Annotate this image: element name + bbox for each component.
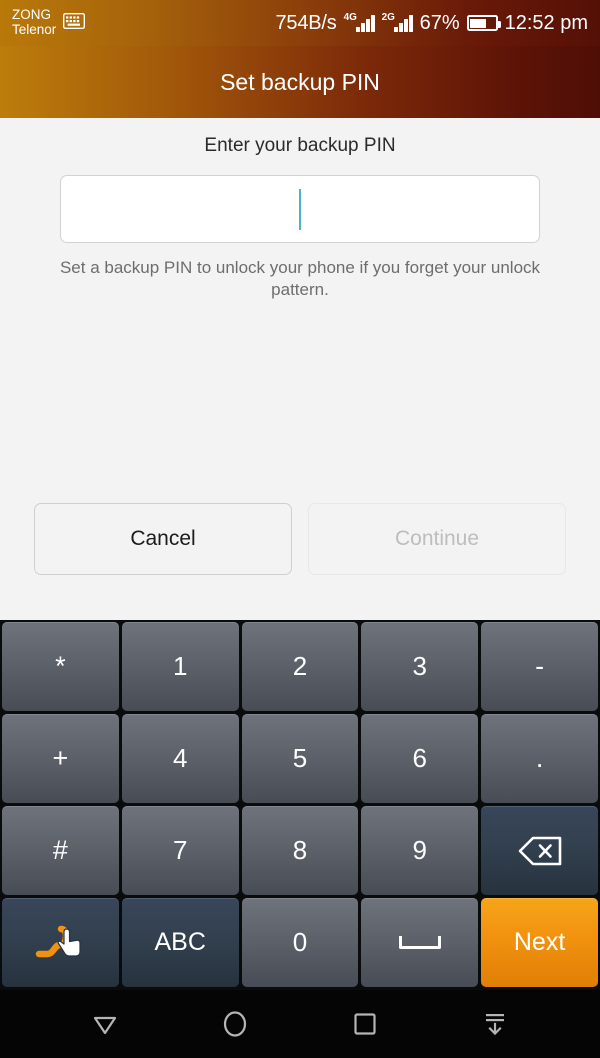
keyboard-icon	[63, 12, 86, 34]
nav-home-button[interactable]	[206, 995, 264, 1053]
key-next[interactable]: Next	[481, 898, 598, 987]
key-asterisk[interactable]: *	[2, 622, 119, 711]
carrier-labels: ZONG Telenor	[12, 8, 56, 37]
pin-field-label: Enter your backup PIN	[204, 135, 396, 156]
key-5[interactable]: 5	[241, 714, 359, 803]
key-9[interactable]: 9	[361, 806, 479, 895]
key-swipe-input[interactable]	[2, 898, 119, 987]
key-7[interactable]: 7	[121, 806, 239, 895]
key-4[interactable]: 4	[121, 714, 239, 803]
navigation-bar	[0, 990, 600, 1058]
numeric-keyboard: * 1 2 3 - +4 5 6. #7 8 9 ABC 0 Next	[0, 620, 600, 990]
key-label: 2	[292, 651, 308, 681]
key-label: .	[535, 743, 544, 773]
keyboard-row: #7 8 9	[0, 806, 600, 895]
key-label: 5	[292, 743, 308, 773]
key-label: 7	[172, 835, 188, 865]
pin-hint-text: Set a backup PIN to unlock your phone if…	[59, 258, 541, 300]
key-label: #	[52, 835, 68, 865]
main-content: Enter your backup PIN Set a backup PIN t…	[0, 118, 600, 620]
swipe-gesture-icon	[36, 925, 81, 957]
status-bar: ZONG Telenor 754B/s 4G 2G 67% 12:52 pm	[0, 0, 600, 46]
nav-hide-keyboard-button[interactable]	[466, 995, 524, 1053]
keyboard-row: * 1 2 3 -	[0, 622, 600, 711]
key-label: ABC	[154, 928, 206, 956]
keyboard-row: ABC 0 Next	[0, 898, 600, 987]
nav-recents-button[interactable]	[336, 995, 394, 1053]
key-8[interactable]: 8	[241, 806, 359, 895]
key-plus[interactable]: +	[2, 714, 119, 803]
carrier-1-label: ZONG	[12, 7, 51, 23]
status-bar-right: 754B/s 4G 2G 67% 12:52 pm	[276, 12, 589, 35]
backspace-icon	[518, 836, 561, 865]
keyboard-row: +4 5 6.	[0, 714, 600, 803]
carrier-2-label: Telenor	[12, 22, 57, 37]
key-2[interactable]: 2	[241, 622, 359, 711]
key-label: -	[535, 651, 545, 681]
key-label: 1	[172, 651, 188, 681]
key-backspace[interactable]	[481, 806, 598, 895]
key-label: 8	[292, 835, 308, 865]
nav-back-button[interactable]	[76, 995, 134, 1053]
key-label: Next	[513, 928, 566, 956]
key-1[interactable]: 1	[121, 622, 239, 711]
key-abc[interactable]: ABC	[121, 898, 239, 987]
key-label: 9	[412, 835, 428, 865]
key-space[interactable]	[361, 898, 479, 987]
key-label: 6	[412, 743, 428, 773]
sim1-network-label: 4G	[343, 11, 357, 23]
sim2-signal-icon: 2G	[381, 11, 413, 32]
key-label: 0	[292, 927, 308, 957]
action-buttons: Cancel Continue	[0, 503, 600, 575]
sim2-network-label: 2G	[381, 11, 395, 23]
key-label: *	[55, 651, 66, 681]
pin-input-wrapper	[60, 175, 540, 243]
key-3[interactable]: 3	[361, 622, 479, 711]
spacebar-icon	[398, 936, 441, 949]
key-6[interactable]: 6	[361, 714, 479, 803]
key-hash[interactable]: #	[2, 806, 119, 895]
key-hyphen[interactable]: -	[481, 622, 598, 711]
cancel-button[interactable]: Cancel	[34, 503, 292, 575]
clock-label: 12:52 pm	[504, 11, 588, 34]
battery-percent-label: 67%	[419, 11, 460, 34]
phone-screen: ZONG Telenor 754B/s 4G 2G 67% 12:52 pm S…	[0, 0, 600, 1058]
continue-button[interactable]: Continue	[308, 503, 566, 575]
key-period[interactable]: .	[481, 714, 598, 803]
title-bar: Set backup PIN	[0, 46, 600, 118]
battery-icon	[466, 15, 501, 31]
sim1-signal-icon: 4G	[343, 11, 375, 32]
status-bar-left: ZONG Telenor	[12, 8, 86, 37]
key-label: +	[52, 743, 69, 773]
text-caret	[299, 189, 301, 230]
network-speed-label: 754B/s	[275, 11, 337, 34]
key-0[interactable]: 0	[241, 898, 359, 987]
key-label: 3	[412, 651, 428, 681]
page-title: Set backup PIN	[220, 68, 380, 95]
key-label: 4	[172, 743, 188, 773]
